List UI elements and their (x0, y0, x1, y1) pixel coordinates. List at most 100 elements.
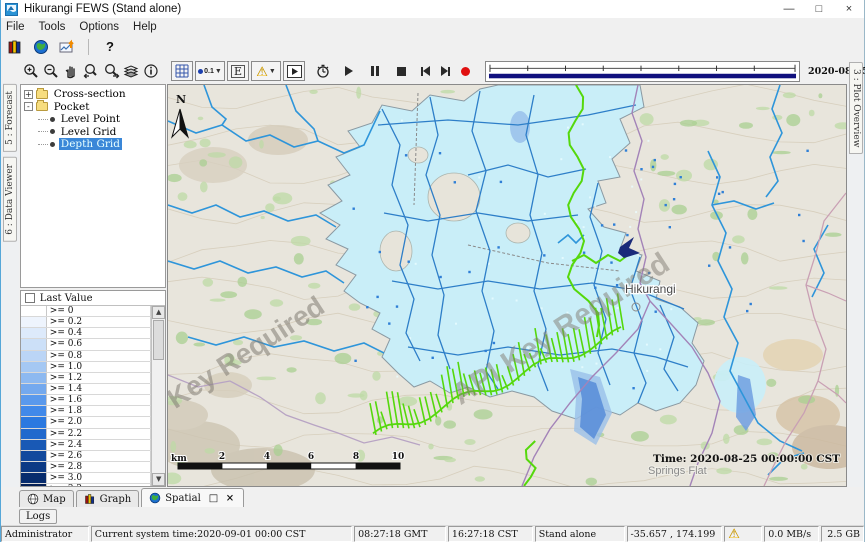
zoom-previous-icon[interactable] (81, 61, 101, 81)
legend-color-swatch (21, 384, 47, 394)
tree-expander-icon[interactable]: + (24, 90, 33, 99)
legend-row[interactable]: >= 0.8 (21, 351, 151, 362)
tab-data-viewer[interactable]: 6 : Data Viewer (3, 157, 17, 242)
animation-panel-button[interactable] (283, 61, 305, 81)
status-transfer-rate: 0.0 MB/s (764, 526, 819, 542)
app-window: { "window": { "title": "Hikurangi FEWS (… (0, 0, 865, 542)
zoom-next-icon[interactable] (101, 61, 121, 81)
tree-item-label[interactable]: Cross-section (52, 88, 128, 100)
grid-display-button[interactable] (171, 61, 193, 81)
tab-plot-overview[interactable]: 3 : Plot Overview (849, 62, 863, 154)
tab-window-controls[interactable]: □ × (209, 493, 236, 504)
classification-button[interactable]: E (227, 61, 249, 81)
tree-item[interactable]: - Pocket (24, 101, 165, 114)
legend-color-swatch (21, 462, 47, 472)
menu-options[interactable]: Options (79, 21, 119, 33)
zoom-out-icon[interactable] (41, 61, 61, 81)
info-icon[interactable] (141, 61, 161, 81)
legend-row[interactable]: >= 1.4 (21, 384, 151, 395)
legend-color-swatch (21, 440, 47, 450)
tree-item-label[interactable]: Pocket (52, 101, 92, 113)
play-button[interactable] (339, 61, 359, 81)
legend-row[interactable]: >= 1.6 (21, 395, 151, 406)
menu-file[interactable]: File (6, 21, 25, 33)
tree-item[interactable]: + Cross-section (24, 88, 165, 101)
tree-item[interactable]: Level Point (24, 113, 165, 126)
legend-threshold-label: >= 1.6 (47, 395, 151, 405)
legend-row[interactable]: >= 2.4 (21, 440, 151, 451)
pan-hand-icon[interactable] (61, 61, 81, 81)
tree-item-label[interactable]: Depth Grid (59, 138, 122, 150)
scroll-down-icon[interactable]: ▼ (152, 473, 165, 486)
legend-color-swatch (21, 484, 47, 486)
minimize-button[interactable]: — (774, 1, 804, 18)
dropdown-caret-icon: ▼ (269, 68, 276, 75)
scrollbar-thumb[interactable] (153, 320, 164, 360)
pause-button[interactable] (365, 61, 385, 81)
last-value-checkbox[interactable] (25, 293, 35, 303)
legend-color-swatch (21, 317, 47, 327)
legend-row[interactable]: >= 0.6 (21, 339, 151, 350)
legend-row[interactable]: >= 2.0 (21, 417, 151, 428)
legend-rows: >= 0>= 0.2>= 0.4>= 0.6 >= 0.8>= 1.0>= 1.2… (21, 306, 151, 486)
scroll-up-icon[interactable]: ▲ (152, 306, 165, 319)
legend-row[interactable]: >= 0.4 (21, 328, 151, 339)
legend-row[interactable]: >= 0.2 (21, 317, 151, 328)
legend-row[interactable]: >= 2.8 (21, 462, 151, 473)
dropdown-caret-icon: ▼ (215, 68, 222, 75)
map-canvas[interactable]: API Key Required API Key Required Hikura… (167, 84, 847, 487)
forecast-database-icon[interactable] (5, 37, 25, 57)
tree-item[interactable]: Level Grid (24, 126, 165, 139)
legend-row[interactable]: >= 3.2 (21, 484, 151, 486)
legend-threshold-label: >= 2.6 (47, 451, 151, 461)
tab-graph[interactable]: Graph (76, 490, 140, 507)
tab-forecast[interactable]: 5 : Forecast (3, 84, 17, 152)
menu-tools[interactable]: Tools (39, 21, 66, 33)
legend-scrollbar[interactable]: ▲ ▼ (151, 306, 165, 486)
legend-row[interactable]: >= 1.8 (21, 406, 151, 417)
menu-help[interactable]: Help (133, 21, 157, 33)
legend-row[interactable]: >= 0 (21, 306, 151, 317)
help-button[interactable]: ? (100, 37, 120, 57)
legend-row[interactable]: >= 1.0 (21, 362, 151, 373)
step-back-button[interactable] (415, 61, 435, 81)
timeline-slider[interactable] (485, 61, 800, 82)
legend-row[interactable]: >= 2.6 (21, 451, 151, 462)
close-button[interactable]: × (834, 1, 864, 18)
tab-map[interactable]: Map (19, 490, 74, 507)
logs-button[interactable]: Logs (19, 509, 57, 524)
spatial-display-icon[interactable] (57, 37, 77, 57)
record-button[interactable] (455, 61, 475, 81)
layers-icon[interactable] (121, 61, 141, 81)
zoom-in-icon[interactable] (21, 61, 41, 81)
legend-color-swatch (21, 406, 47, 416)
legend-threshold-label: >= 3.0 (47, 473, 151, 483)
toolbar-separator (88, 39, 89, 55)
tab-spatial[interactable]: Spatial □ × (141, 488, 244, 507)
stop-button[interactable] (391, 61, 411, 81)
main-area: 5 : Forecast 6 : Data Viewer + Cross-sect… (1, 84, 864, 487)
map-display-icon[interactable] (31, 37, 51, 57)
leaf-bullet-icon (50, 142, 55, 147)
warning-triangle-icon: ⚠ (256, 65, 268, 78)
legend-threshold-label: >= 0.6 (47, 339, 151, 349)
label-threshold-button[interactable]: 0.1 ▼ (195, 61, 225, 81)
maximize-button[interactable]: □ (804, 1, 834, 18)
tree-item-label[interactable]: Level Grid (59, 126, 119, 138)
status-warning[interactable]: ⚠ (724, 526, 762, 542)
tree-expander-icon[interactable]: - (24, 102, 33, 111)
tree-item[interactable]: Depth Grid (24, 138, 165, 151)
legend-row[interactable]: >= 2.2 (21, 429, 151, 440)
thresholds-warning-button[interactable]: ⚠ ▼ (251, 61, 281, 81)
leaf-bullet-icon (50, 129, 55, 134)
legend-row[interactable]: >= 1.2 (21, 373, 151, 384)
tree-item-label[interactable]: Level Point (59, 113, 122, 125)
leaf-bullet-icon (50, 117, 55, 122)
legend-row[interactable]: >= 3.0 (21, 473, 151, 484)
status-coordinates: -35.657 , 174.199 (627, 526, 723, 542)
legend-threshold-label: >= 1.8 (47, 406, 151, 416)
animation-settings-icon[interactable] (313, 61, 333, 81)
globe-icon (149, 492, 161, 504)
step-forward-button[interactable] (435, 61, 455, 81)
window-title: Hikurangi FEWS (Stand alone) (24, 3, 181, 15)
